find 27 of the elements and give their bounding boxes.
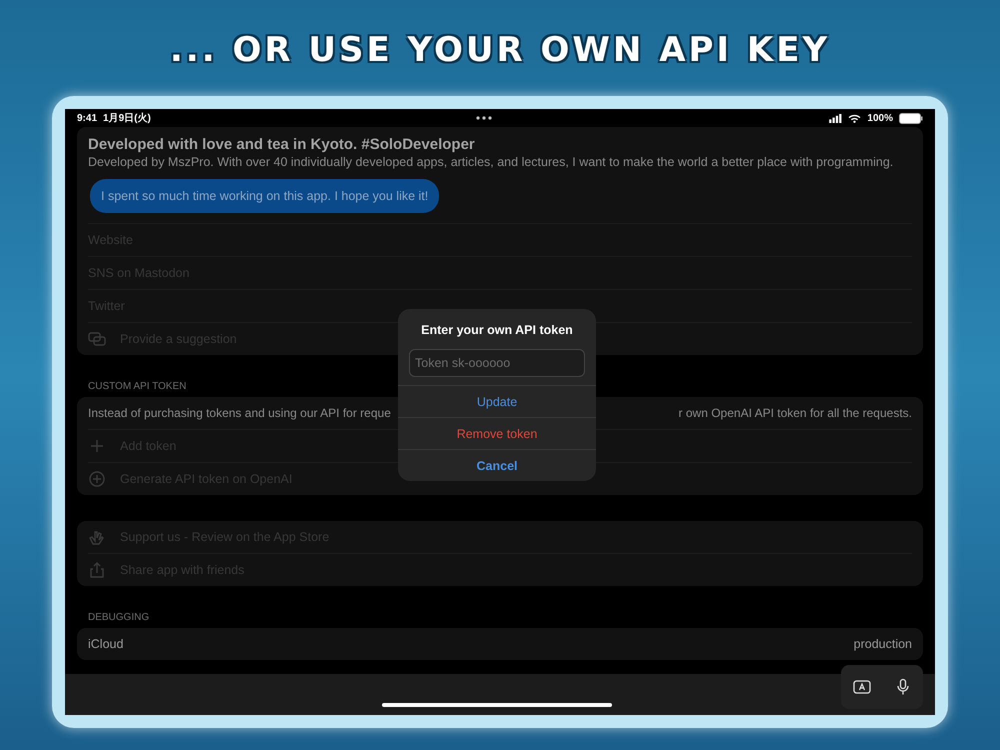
section-header: CUSTOM API TOKEN xyxy=(88,381,188,392)
chat-bubble: I spent so much time working on this app. I hope you like it! xyxy=(90,179,440,213)
status-date: 1月9日(火) xyxy=(103,112,151,125)
wifi-icon xyxy=(848,114,862,122)
battery-icon xyxy=(899,112,923,124)
signal-icon xyxy=(829,114,842,122)
chat-bubbles-icon xyxy=(88,330,106,348)
plus-circle-icon xyxy=(88,470,106,488)
token-description: Instead of purchasing tokens and using our API for reque xyxy=(88,406,391,420)
plus-icon xyxy=(88,437,106,455)
token-description: r own OpenAI API token for all the requests. xyxy=(678,406,912,420)
setting-value: production xyxy=(854,637,912,651)
dialog-action-button[interactable]: Remove token xyxy=(398,417,596,449)
dialog-title: Enter your own API token xyxy=(420,323,574,337)
status-time: 9:41 xyxy=(77,112,98,124)
keyboard-icon[interactable] xyxy=(852,678,870,696)
more-dots-icon xyxy=(475,116,494,120)
about-description: Developed by MszPro. With over 40 individually developed apps, articles, and lectures, I want to make the world a better place with programming. xyxy=(88,155,894,169)
section-header: DEBUGGING xyxy=(88,612,150,623)
dialog-action-button[interactable]: Cancel xyxy=(398,449,596,481)
headline: ... OR USE YOUR OWN API KEY xyxy=(170,30,830,72)
share-icon xyxy=(88,561,106,579)
about-title: Developed with love and tea in Kyoto. #SoloDeveloper xyxy=(88,136,476,153)
dialog-action-button[interactable]: Update xyxy=(398,385,596,417)
battery-percent: 100% xyxy=(867,112,893,124)
token-input-field[interactable]: Token sk-oooooo xyxy=(409,349,585,377)
setting-label: iCloud xyxy=(88,637,124,651)
